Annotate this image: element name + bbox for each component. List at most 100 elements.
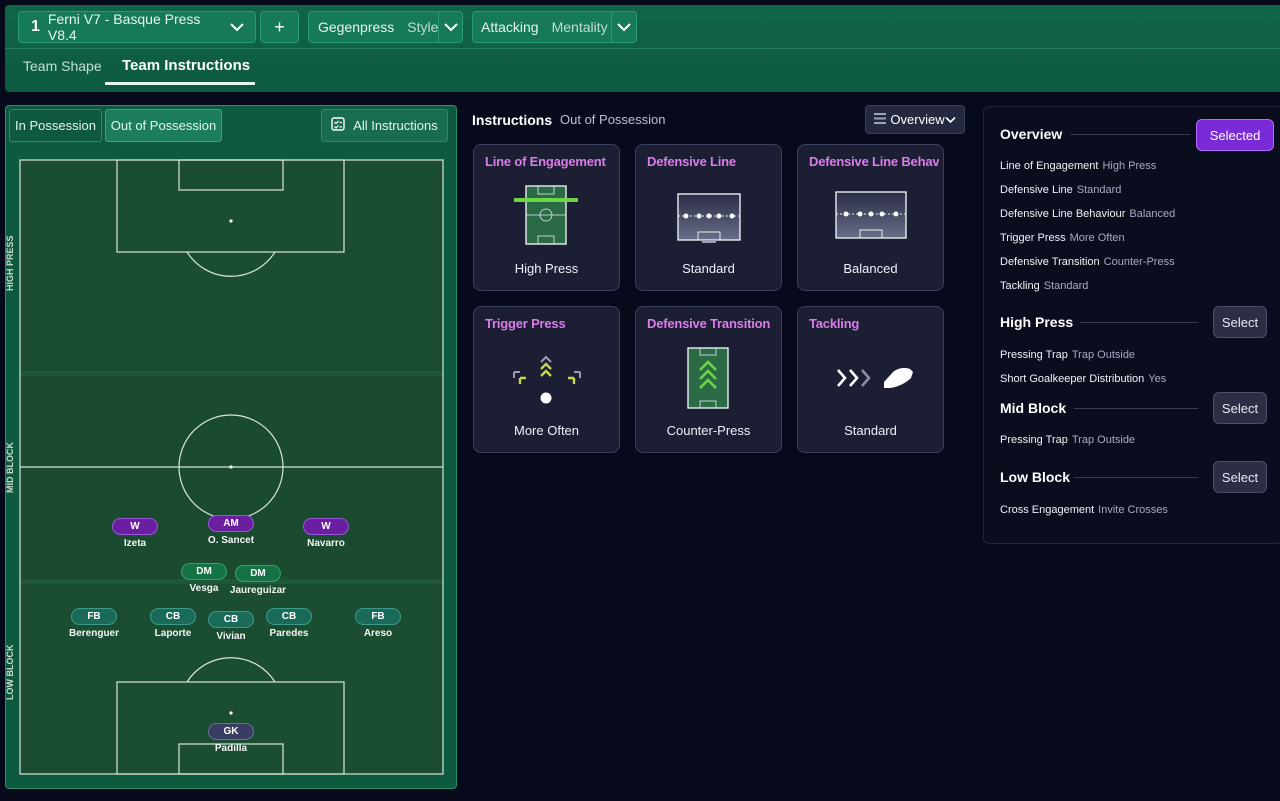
tactic-number: 1 (31, 18, 40, 35)
summary-item: Defensive Line Standard (1000, 184, 1122, 196)
pitch-engagement-icon (514, 185, 578, 245)
summary-item: Line of Engagement High Press (1000, 160, 1157, 172)
card-title: Defensive Line (647, 154, 736, 169)
plus-icon: + (274, 16, 285, 37)
section-divider (1070, 134, 1190, 135)
player-name: Laporte (154, 628, 192, 639)
player-marker[interactable]: CB Paredes (266, 608, 312, 639)
instruction-card-defensive-line[interactable]: Defensive Line Standard (635, 144, 782, 291)
position-badge: DM (181, 563, 227, 580)
tactic-name: Ferni V7 - Basque Press V8.4 (47, 11, 201, 43)
card-value: Standard (682, 261, 735, 276)
view-dropdown[interactable]: Overview (865, 105, 965, 134)
player-marker[interactable]: CB Vivian (208, 611, 254, 642)
tab-out-of-possession[interactable]: Out of Possession (105, 109, 222, 142)
summary-item: Defensive Transition Counter-Press (1000, 256, 1175, 268)
card-title: Defensive Line Behaviour (809, 154, 939, 169)
player-name: Navarro (307, 538, 345, 549)
player-marker[interactable]: DM Jaureguizar (230, 565, 286, 596)
zone-label-low-block: LOW BLOCK (5, 644, 15, 701)
trigger-press-icon (513, 355, 581, 404)
summary-item: Tackling Standard (1000, 280, 1089, 292)
position-badge: FB (355, 608, 401, 625)
summary-item: Defensive Line Behaviour Balanced (1000, 208, 1176, 220)
tab-team-shape[interactable]: Team Shape (23, 58, 102, 74)
select-button-low-block[interactable]: Select (1213, 461, 1267, 493)
instructions-subtitle: Out of Possession (560, 112, 666, 127)
card-value: Standard (844, 423, 897, 438)
player-marker[interactable]: GK Padilla (208, 723, 254, 754)
select-button-mid-block[interactable]: Select (1213, 392, 1267, 424)
selected-button[interactable]: Selected (1196, 119, 1274, 151)
player-name: Vivian (216, 631, 246, 642)
player-marker[interactable]: FB Areso (355, 608, 401, 639)
instruction-card-line-of-engagement[interactable]: Line of Engagement High Press (473, 144, 620, 291)
summary-item: Pressing Trap Trap Outside (1000, 434, 1136, 446)
style-label: Style (407, 19, 439, 35)
player-name: Paredes (269, 628, 309, 639)
pitch-panel: In Possession Out of Possession All Inst… (5, 105, 457, 789)
position-badge: CB (266, 608, 312, 625)
instruction-card-trigger-press[interactable]: Trigger Press More Often (473, 306, 620, 453)
card-value: Balanced (843, 261, 898, 276)
player-marker[interactable]: FB Berenguer (69, 608, 119, 639)
player-marker[interactable]: DM Vesga (181, 563, 227, 594)
player-marker[interactable]: CB Laporte (150, 608, 196, 639)
section-title-overview: Overview (1000, 126, 1063, 142)
zone-label-mid-block: MID BLOCK (5, 442, 15, 493)
player-name: Berenguer (68, 628, 120, 639)
player-marker[interactable]: AM O. Sancet (208, 515, 254, 546)
header-divider (5, 48, 1280, 49)
position-badge: FB (70, 608, 117, 625)
card-title: Line of Engagement (485, 154, 606, 169)
player-name: Areso (363, 628, 393, 639)
player-name: Vesga (189, 583, 219, 594)
pitch-markings (19, 159, 444, 775)
section-divider (1074, 408, 1198, 409)
counter-press-icon (687, 347, 729, 409)
view-dropdown-label: Overview (890, 112, 945, 127)
instruction-card-defensive-line-behaviour[interactable]: Defensive Line Behaviour Balanced (797, 144, 944, 291)
select-button-high-press[interactable]: Select (1213, 306, 1267, 338)
summary-item: Short Goalkeeper Distribution Yes (1000, 373, 1167, 385)
position-badge: DM (234, 565, 281, 582)
all-instructions-button[interactable]: All Instructions (321, 109, 448, 142)
boot-tackle-icon (837, 368, 913, 388)
instruction-card-defensive-transition[interactable]: Defensive Transition Counter-Press (635, 306, 782, 453)
instructions-title: Instructions (472, 112, 553, 128)
section-title-high-press: High Press (1000, 314, 1074, 330)
position-badge: W (303, 518, 349, 535)
chevron-down-icon[interactable] (439, 11, 462, 43)
section-title-low-block: Low Block (1000, 469, 1071, 485)
checklist-icon (331, 117, 345, 134)
tab-team-instructions[interactable]: Team Instructions (122, 57, 250, 74)
style-selector[interactable]: Gegenpress Style (308, 11, 463, 43)
player-name: Padilla (214, 743, 248, 754)
card-value: High Press (514, 261, 579, 276)
position-badge: CB (208, 611, 254, 628)
tactic-selector[interactable]: 1 Ferni V7 - Basque Press V8.4 (18, 11, 256, 43)
card-value: Counter-Press (666, 423, 751, 438)
position-badge: CB (150, 608, 196, 625)
mentality-selector[interactable]: Attacking Mentality (472, 11, 637, 43)
zone-label-high-press: HIGH PRESS (5, 235, 15, 291)
summary-item: Cross Engagement Invite Crosses (1000, 504, 1168, 516)
overview-panel: Overview Selected Line of Engagement High… (983, 106, 1280, 544)
line-behaviour-icon (835, 191, 907, 239)
add-tactic-button[interactable]: + (260, 11, 299, 43)
active-tab-indicator (105, 82, 255, 85)
player-marker[interactable]: W Izeta (112, 518, 158, 549)
tactic-header: 1 Ferni V7 - Basque Press V8.4 + Gegenpr… (5, 5, 1280, 92)
card-title: Defensive Transition (647, 316, 771, 331)
player-marker[interactable]: W Navarro (303, 518, 349, 549)
summary-item: Pressing Trap Trap Outside (1000, 349, 1136, 361)
position-badge: GK (208, 723, 254, 740)
mentality-label: Mentality (551, 19, 608, 35)
player-name: O. Sancet (207, 535, 255, 546)
chevron-down-icon[interactable] (226, 11, 249, 43)
instruction-card-tackling[interactable]: Tackling Standard (797, 306, 944, 453)
chevron-down-icon[interactable] (612, 11, 636, 43)
tab-in-possession[interactable]: In Possession (9, 109, 102, 142)
card-value: More Often (513, 423, 580, 438)
chevron-down-icon (945, 111, 956, 129)
